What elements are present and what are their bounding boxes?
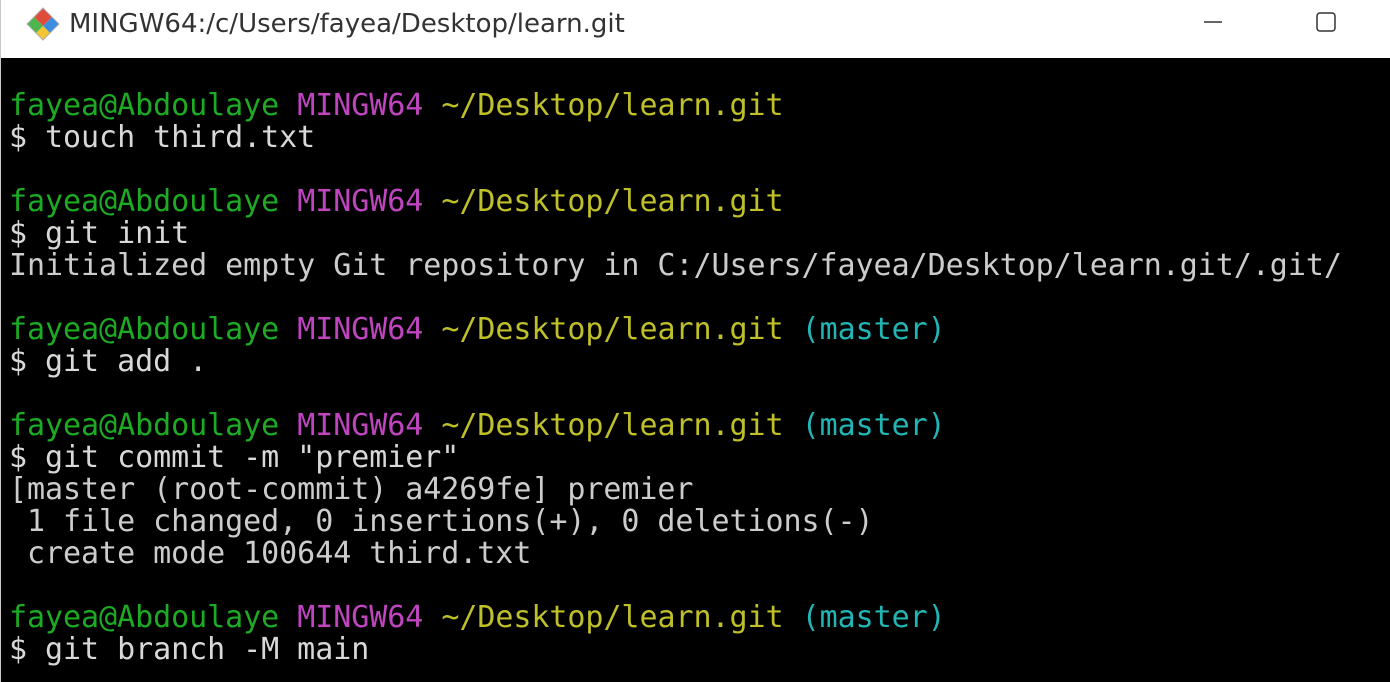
prompt-host: MINGW64	[297, 88, 424, 123]
minimize-icon	[1204, 21, 1222, 23]
terminal-window: MINGW64:/c/Users/fayea/Desktop/learn.git…	[0, 0, 1390, 682]
prompt-path: ~/Desktop/learn.git	[441, 184, 784, 219]
prompt-branch: (master)	[801, 600, 946, 635]
prompt-path: ~/Desktop/learn.git	[441, 600, 784, 635]
prompt-user: fayea@Abdoulaye	[9, 88, 280, 123]
prompt-line: fayea@Abdoulaye MINGW64 ~/Desktop/learn.…	[9, 314, 1390, 346]
output-line: [master (root-commit) a4269fe] premier	[9, 472, 694, 507]
prompt-branch: (master)	[801, 312, 946, 347]
git-bash-diamond-icon	[25, 6, 61, 42]
prompt-host: MINGW64	[297, 408, 424, 443]
prompt-user: fayea@Abdoulaye	[9, 600, 280, 635]
prompt-line: fayea@Abdoulaye MINGW64 ~/Desktop/learn.…	[9, 602, 1390, 634]
output-line: create mode 100644 third.txt	[9, 536, 532, 571]
title-bar[interactable]: MINGW64:/c/Users/fayea/Desktop/learn.git	[1, 0, 1390, 58]
prompt-branch: (master)	[801, 408, 946, 443]
prompt-user: fayea@Abdoulaye	[9, 408, 280, 443]
prompt-path: ~/Desktop/learn.git	[441, 408, 784, 443]
prompt-host: MINGW64	[297, 312, 424, 347]
command-line: $ git add .	[9, 344, 208, 379]
prompt-host: MINGW64	[297, 184, 424, 219]
window-title: MINGW64:/c/Users/fayea/Desktop/learn.git	[69, 9, 625, 39]
prompt-line: fayea@Abdoulaye MINGW64 ~/Desktop/learn.…	[9, 410, 1390, 442]
output-line: Initialized empty Git repository in C:/U…	[9, 248, 1342, 283]
minimize-button[interactable]	[1163, 0, 1263, 44]
prompt-user: fayea@Abdoulaye	[9, 312, 280, 347]
maximize-button[interactable]	[1276, 0, 1376, 44]
prompt-host: MINGW64	[297, 600, 424, 635]
prompt-line: fayea@Abdoulaye MINGW64 ~/Desktop/learn.…	[9, 90, 1390, 122]
prompt-path: ~/Desktop/learn.git	[441, 88, 784, 123]
command-line: $ touch third.txt	[9, 120, 316, 155]
prompt-line: fayea@Abdoulaye MINGW64 ~/Desktop/learn.…	[9, 186, 1390, 218]
maximize-icon	[1316, 12, 1336, 32]
output-line: 1 file changed, 0 insertions(+), 0 delet…	[9, 504, 874, 539]
command-line: $ git branch -M main	[9, 632, 370, 667]
prompt-user: fayea@Abdoulaye	[9, 184, 280, 219]
prompt-path: ~/Desktop/learn.git	[441, 312, 784, 347]
terminal-output[interactable]: fayea@Abdoulaye MINGW64 ~/Desktop/learn.…	[1, 58, 1390, 682]
command-line: $ git commit -m "premier"	[9, 440, 460, 475]
command-line: $ git init	[9, 216, 190, 251]
